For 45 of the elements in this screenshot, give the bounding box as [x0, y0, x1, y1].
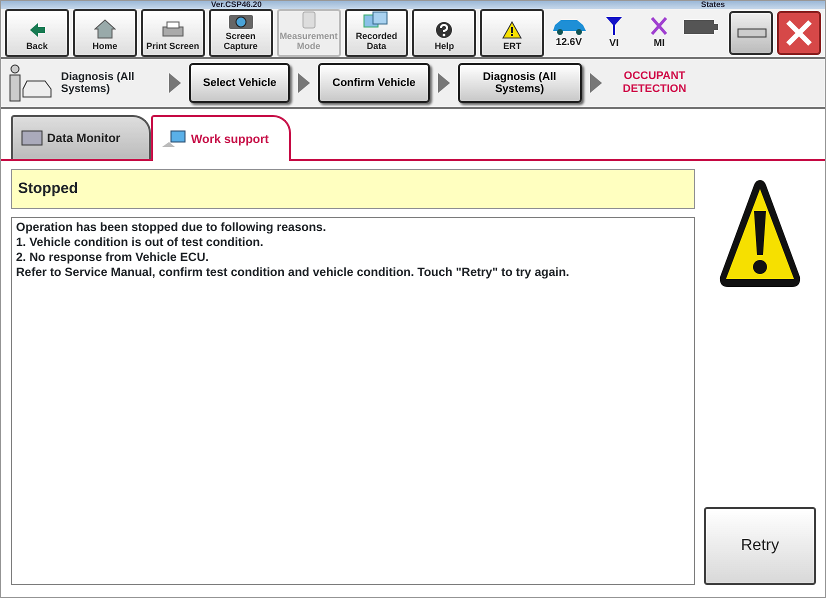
tab[interactable]: Data Monitor [11, 115, 151, 159]
close-button[interactable] [777, 11, 821, 55]
toolbar-button[interactable]: Recorded Data [344, 9, 408, 57]
minimize-icon [737, 28, 767, 38]
arrow-right-icon [298, 73, 310, 93]
status-banner: Stopped [11, 169, 695, 209]
minimize-button[interactable] [729, 11, 773, 55]
mechanic-car-icon [7, 63, 53, 103]
version-label: Ver.CSP46.20 [211, 1, 262, 9]
indicator-label: VI [609, 36, 619, 50]
states-label: States [700, 1, 725, 9]
message-line: Operation has been stopped due to following reasons. [16, 220, 328, 235]
arrow-right-icon [590, 73, 602, 93]
arrow-right-icon [438, 73, 450, 93]
breadcrumb-button[interactable]: Select Vehicle [189, 63, 290, 103]
close-icon [785, 19, 813, 47]
printer-icon [160, 20, 185, 39]
breadcrumb-button[interactable]: Confirm Vehicle [318, 63, 430, 103]
indicator-label: MI [654, 36, 665, 50]
house-icon [94, 18, 116, 39]
message-line: Refer to Service Manual, confirm test condition and vehicle condition. Touch "Retry" to try again. [16, 265, 570, 280]
computer-icon [161, 130, 187, 148]
monitor-icon [21, 130, 43, 146]
toolbar-button[interactable]: ERT [480, 9, 544, 57]
help-icon [435, 20, 454, 39]
message-line: 1. Vehicle condition is out of test condition. [16, 235, 264, 250]
tab[interactable]: Work support [151, 115, 291, 161]
message-line: 2. No response from Vehicle ECU. [16, 250, 210, 265]
retry-button[interactable]: Retry [704, 507, 816, 585]
arrow-left-icon [28, 20, 46, 39]
arrow-right-icon [169, 73, 181, 93]
cross-icon [650, 16, 668, 36]
location-label: OCCUPANT DETECTION [622, 70, 688, 96]
warning-icon [502, 20, 522, 39]
toolbar-button[interactable]: Help [412, 9, 476, 57]
battery-icon [684, 20, 718, 34]
toolbar-button[interactable]: Home [72, 9, 137, 57]
toolbar-button[interactable]: Screen Capture [208, 9, 273, 57]
toolbar-button[interactable]: Back [5, 9, 69, 57]
breadcrumb-button[interactable]: Diagnosis (All Systems) [458, 63, 582, 103]
toolbar-button[interactable]: Print Screen [140, 9, 205, 57]
folders-icon [363, 11, 390, 30]
indicator-label: 12.6V [556, 36, 582, 50]
antenna-icon [605, 16, 624, 36]
section-label: Diagnosis (All Systems) [61, 70, 136, 96]
